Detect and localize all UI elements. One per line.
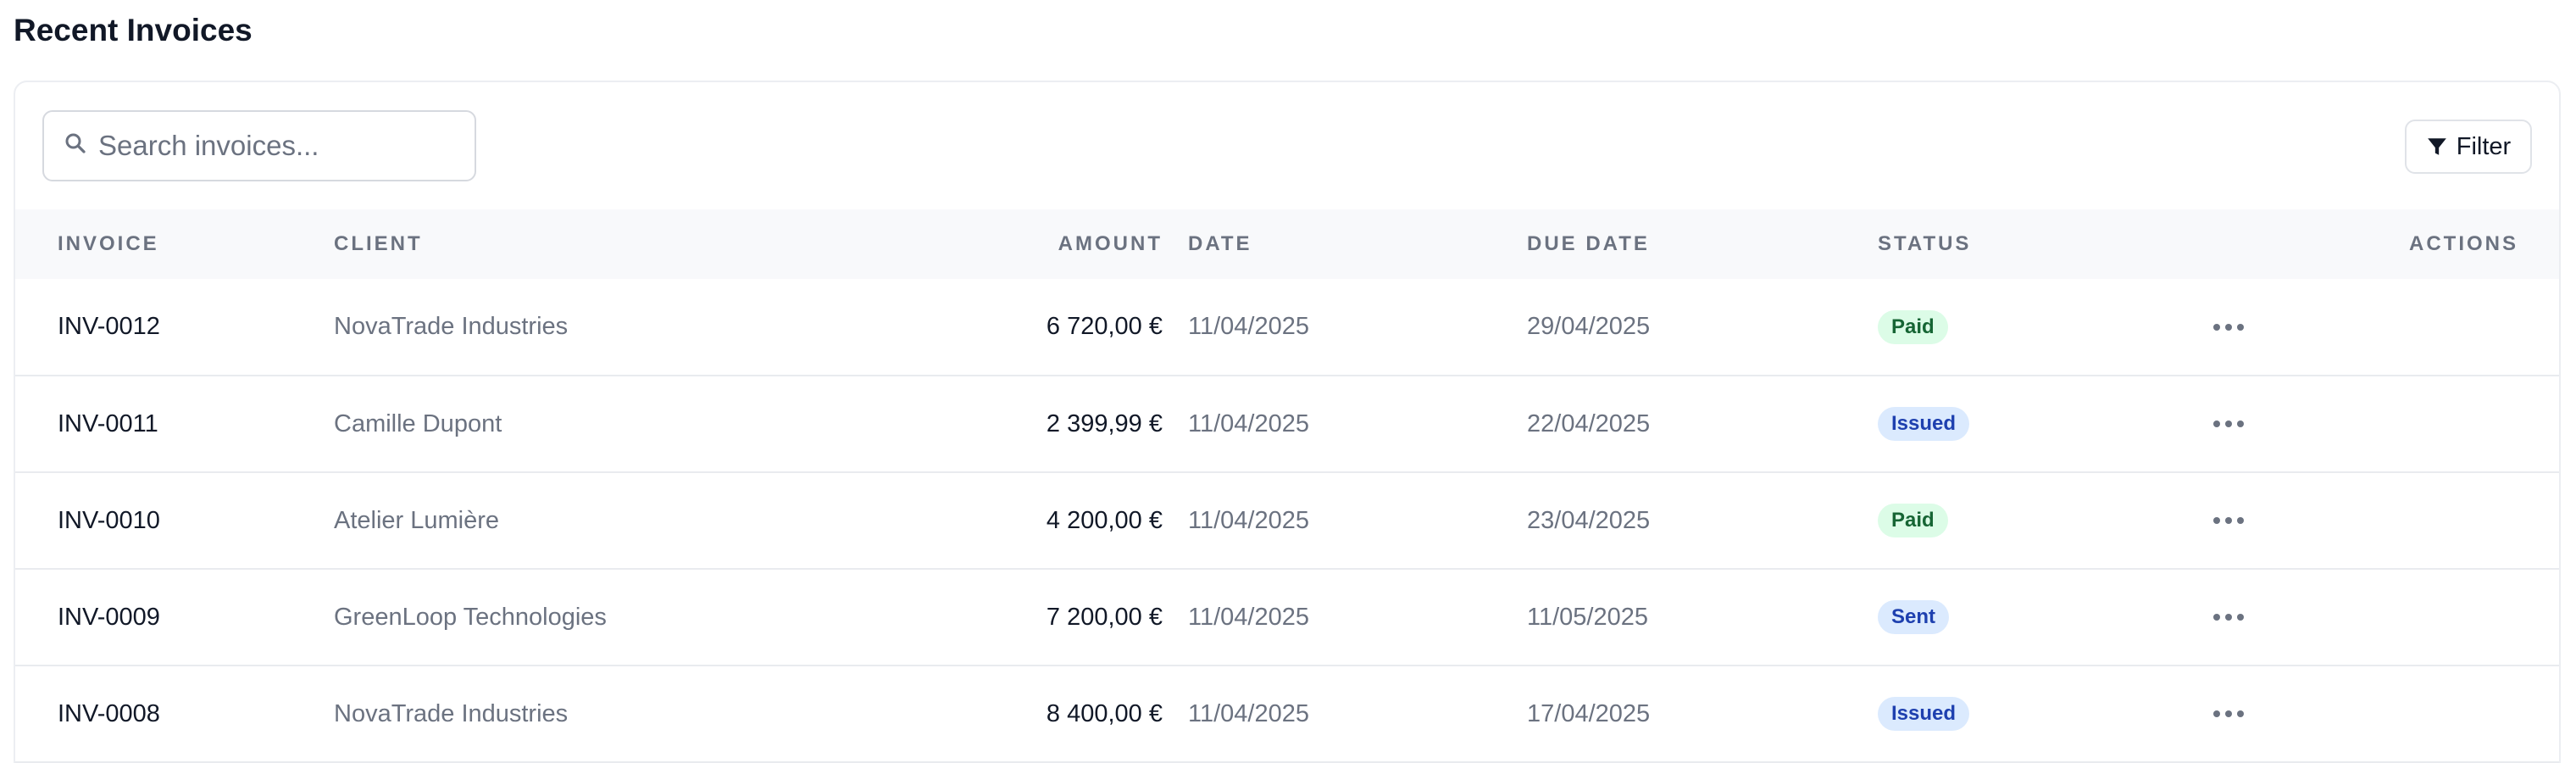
client-name: NovaTrade Industries: [334, 699, 569, 727]
invoice-date: 11/04/2025: [1188, 506, 1309, 534]
more-horizontal-icon: [2213, 517, 2244, 524]
search-input[interactable]: [98, 112, 463, 180]
row-actions-button[interactable]: [2205, 310, 2252, 344]
invoice-due-date: 11/05/2025: [1527, 603, 1648, 631]
table-toolbar: Filter: [15, 82, 2559, 209]
actions-cell: [2205, 666, 2559, 762]
invoice-amount: 4 200,00 €: [1046, 506, 1163, 534]
client-name: GreenLoop Technologies: [334, 603, 607, 631]
invoice-date: 11/04/2025: [1188, 603, 1309, 631]
filter-icon: [2427, 138, 2446, 155]
status-cell: Paid: [1878, 472, 2205, 569]
more-horizontal-icon: [2213, 614, 2244, 621]
invoice-date: 11/04/2025: [1188, 699, 1309, 727]
column-header-status[interactable]: STATUS: [1878, 209, 2205, 279]
column-header-actions: ACTIONS: [2409, 232, 2518, 255]
status-cell: Issued: [1878, 666, 2205, 762]
invoice-due-date: 17/04/2025: [1527, 699, 1651, 727]
actions-cell: [2205, 376, 2559, 472]
invoice-date: 11/04/2025: [1188, 313, 1309, 340]
search-box[interactable]: [42, 110, 476, 181]
invoice-number[interactable]: INV-0009: [15, 569, 334, 666]
row-actions-button[interactable]: [2205, 504, 2252, 537]
row-actions-button[interactable]: [2205, 697, 2252, 731]
search-icon: [65, 133, 86, 153]
invoice-number[interactable]: INV-0008: [15, 666, 334, 762]
client-name: NovaTrade Industries: [334, 313, 569, 340]
status-cell: Paid: [1878, 279, 2205, 376]
invoice-amount: 6 720,00 €: [1046, 313, 1163, 340]
status-badge: Sent: [1878, 600, 1950, 634]
column-header-date[interactable]: DATE: [1188, 209, 1527, 279]
column-header-due-date[interactable]: DUE DATE: [1527, 209, 1878, 279]
more-horizontal-icon: [2213, 710, 2244, 717]
invoices-card: Filter INVOICE CLIENT AMOUNT DATE DUE DA…: [14, 81, 2561, 763]
column-header-amount[interactable]: AMOUNT: [910, 209, 1188, 279]
row-actions-button[interactable]: [2205, 600, 2252, 634]
actions-cell: [2205, 472, 2559, 569]
invoice-due-date: 29/04/2025: [1527, 313, 1651, 340]
filter-button-label: Filter: [2456, 132, 2512, 160]
column-header-client[interactable]: CLIENT: [334, 209, 910, 279]
table-header-row: INVOICE CLIENT AMOUNT DATE DUE DATE STAT…: [15, 209, 2559, 279]
invoice-due-date: 22/04/2025: [1527, 409, 1651, 437]
column-header-invoice[interactable]: INVOICE: [15, 209, 334, 279]
status-badge: Issued: [1878, 697, 1970, 731]
invoice-amount: 2 399,99 €: [1046, 409, 1163, 437]
invoice-amount: 8 400,00 €: [1046, 699, 1163, 727]
table-row[interactable]: INV-0010 Atelier Lumière 4 200,00 € 11/0…: [15, 472, 2559, 569]
invoice-number[interactable]: INV-0011: [15, 376, 334, 472]
table-row[interactable]: INV-0011 Camille Dupont 2 399,99 € 11/04…: [15, 376, 2559, 472]
client-name: Camille Dupont: [334, 409, 502, 437]
status-badge: Paid: [1878, 504, 1948, 537]
more-horizontal-icon: [2213, 323, 2244, 331]
filter-button[interactable]: Filter: [2405, 120, 2532, 174]
actions-cell: [2205, 279, 2559, 376]
status-cell: Sent: [1878, 569, 2205, 666]
table-row[interactable]: INV-0012 NovaTrade Industries 6 720,00 €…: [15, 279, 2559, 376]
status-badge: Issued: [1878, 407, 1970, 441]
page-title: Recent Invoices: [14, 13, 253, 47]
invoice-number[interactable]: INV-0010: [15, 472, 334, 569]
actions-cell: [2205, 569, 2559, 666]
invoices-table: INVOICE CLIENT AMOUNT DATE DUE DATE STAT…: [15, 209, 2559, 763]
invoice-amount: 7 200,00 €: [1046, 603, 1163, 631]
invoice-number[interactable]: INV-0012: [15, 279, 334, 376]
invoice-date: 11/04/2025: [1188, 409, 1309, 437]
table-row[interactable]: INV-0008 NovaTrade Industries 8 400,00 €…: [15, 666, 2559, 762]
client-name: Atelier Lumière: [334, 506, 500, 534]
table-row[interactable]: INV-0009 GreenLoop Technologies 7 200,00…: [15, 569, 2559, 666]
row-actions-button[interactable]: [2205, 407, 2252, 441]
status-cell: Issued: [1878, 376, 2205, 472]
more-horizontal-icon: [2213, 420, 2244, 427]
status-badge: Paid: [1878, 309, 1948, 344]
invoice-due-date: 23/04/2025: [1527, 506, 1651, 534]
